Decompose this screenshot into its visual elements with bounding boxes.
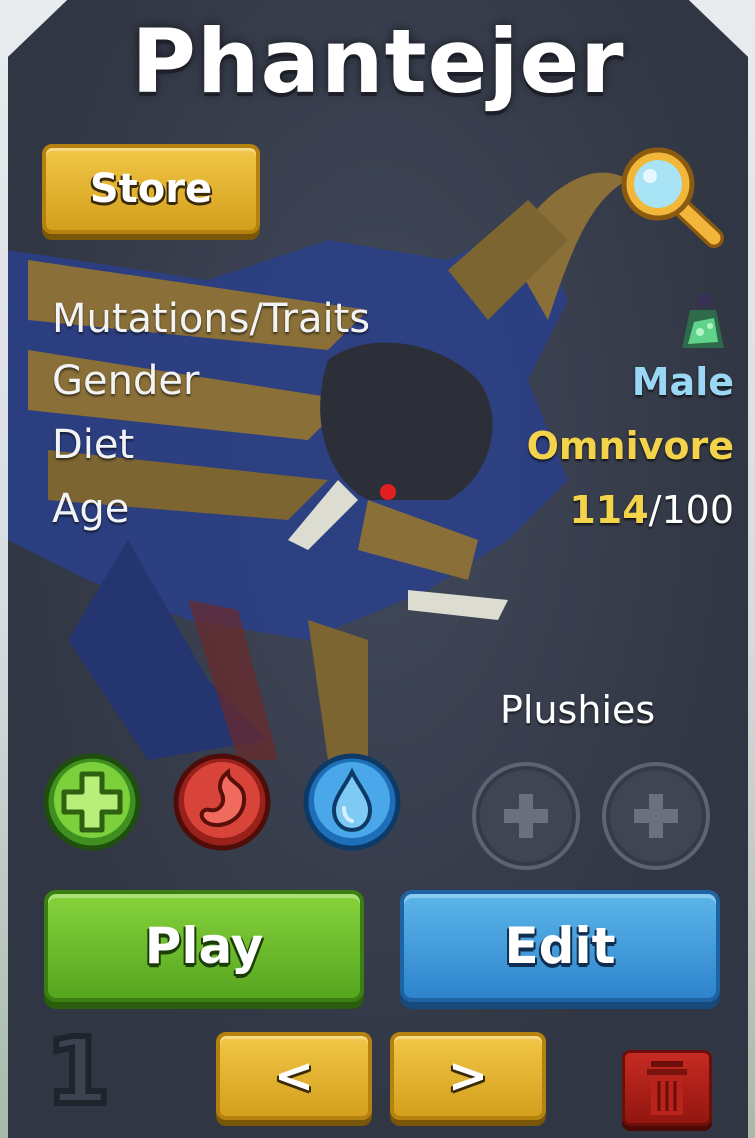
age-max: 100 (661, 488, 734, 532)
health-plus-icon[interactable] (42, 752, 142, 852)
stomach-hunger-icon[interactable] (172, 752, 272, 852)
age-separator: / (648, 488, 662, 532)
edit-button[interactable]: Edit (400, 890, 720, 1002)
plushie-slot-2[interactable] (602, 762, 710, 870)
creature-name: Phantejer (131, 10, 625, 113)
stat-label-diet: Diet (52, 422, 135, 468)
stat-label-age: Age (52, 486, 130, 532)
plushie-slot-1[interactable] (472, 762, 580, 870)
play-button[interactable]: Play (44, 890, 364, 1002)
plushies-label: Plushies (500, 688, 656, 732)
previous-button[interactable]: < (216, 1032, 372, 1120)
diet-value: Omnivore (526, 424, 734, 468)
store-button[interactable]: Store (42, 144, 260, 234)
add-plushie-icon (634, 794, 678, 838)
slot-number: 1 (43, 1015, 113, 1128)
add-plushie-icon (504, 794, 548, 838)
magnifier-icon[interactable] (614, 140, 726, 252)
age-current: 114 (569, 488, 649, 532)
creature-card: Phantejer Store Mutations/Traits Gender … (8, 0, 748, 1138)
stat-label-mutations: Mutations/Traits (52, 296, 371, 342)
next-button[interactable]: > (390, 1032, 546, 1120)
delete-button[interactable] (622, 1050, 712, 1126)
mutation-flask-icon[interactable] (680, 292, 726, 354)
stat-label-gender: Gender (52, 358, 200, 404)
age-value: 114/100 (569, 488, 734, 532)
gender-value: Male (631, 360, 734, 404)
trash-icon (647, 1061, 687, 1115)
water-drop-icon[interactable] (302, 752, 402, 852)
